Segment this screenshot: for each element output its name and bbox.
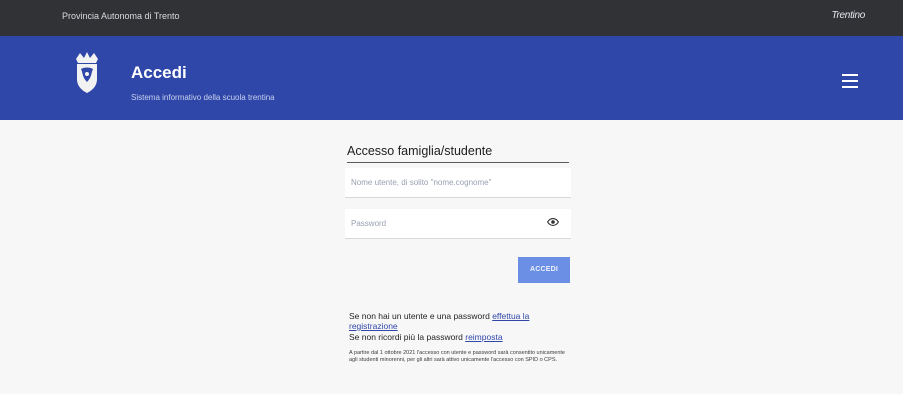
register-text: Se non hai un utente e una password — [349, 311, 493, 321]
header: Accedi Sistema informativo della scuola … — [0, 36, 903, 120]
trentino-logo[interactable]: Trentino — [831, 10, 865, 21]
password-input[interactable] — [345, 209, 541, 237]
forgot-password-line: Se non ricordi più la password reimposta — [349, 332, 579, 342]
top-bar: Provincia Autonoma di Trento Trentino — [0, 0, 903, 36]
registration-info: Se non hai un utente e una password effe… — [349, 311, 579, 342]
login-heading: Accesso famiglia/studente — [347, 144, 493, 158]
menu-line — [842, 80, 858, 82]
register-line: Se non hai un utente e una password effe… — [349, 311, 579, 331]
heading-divider — [347, 162, 569, 163]
username-input[interactable] — [345, 168, 541, 196]
hamburger-menu-icon[interactable] — [842, 74, 858, 88]
access-notice: A partire dal 1 ottobre 2021 l'accesso c… — [349, 350, 565, 363]
page-title: Accedi — [131, 63, 187, 82]
menu-line — [842, 86, 858, 88]
coat-of-arms-icon — [76, 52, 98, 93]
username-field — [345, 168, 571, 198]
province-label[interactable]: Provincia Autonoma di Trento — [62, 11, 180, 21]
reset-password-link[interactable]: reimposta — [465, 332, 502, 342]
forgot-password-text: Se non ricordi più la password — [349, 332, 466, 342]
login-button[interactable]: ACCEDI — [518, 257, 570, 283]
page-subtitle: Sistema informativo della scuola trentin… — [131, 93, 275, 102]
menu-line — [842, 74, 858, 76]
password-field — [345, 209, 571, 239]
show-password-eye-icon[interactable] — [547, 218, 559, 226]
